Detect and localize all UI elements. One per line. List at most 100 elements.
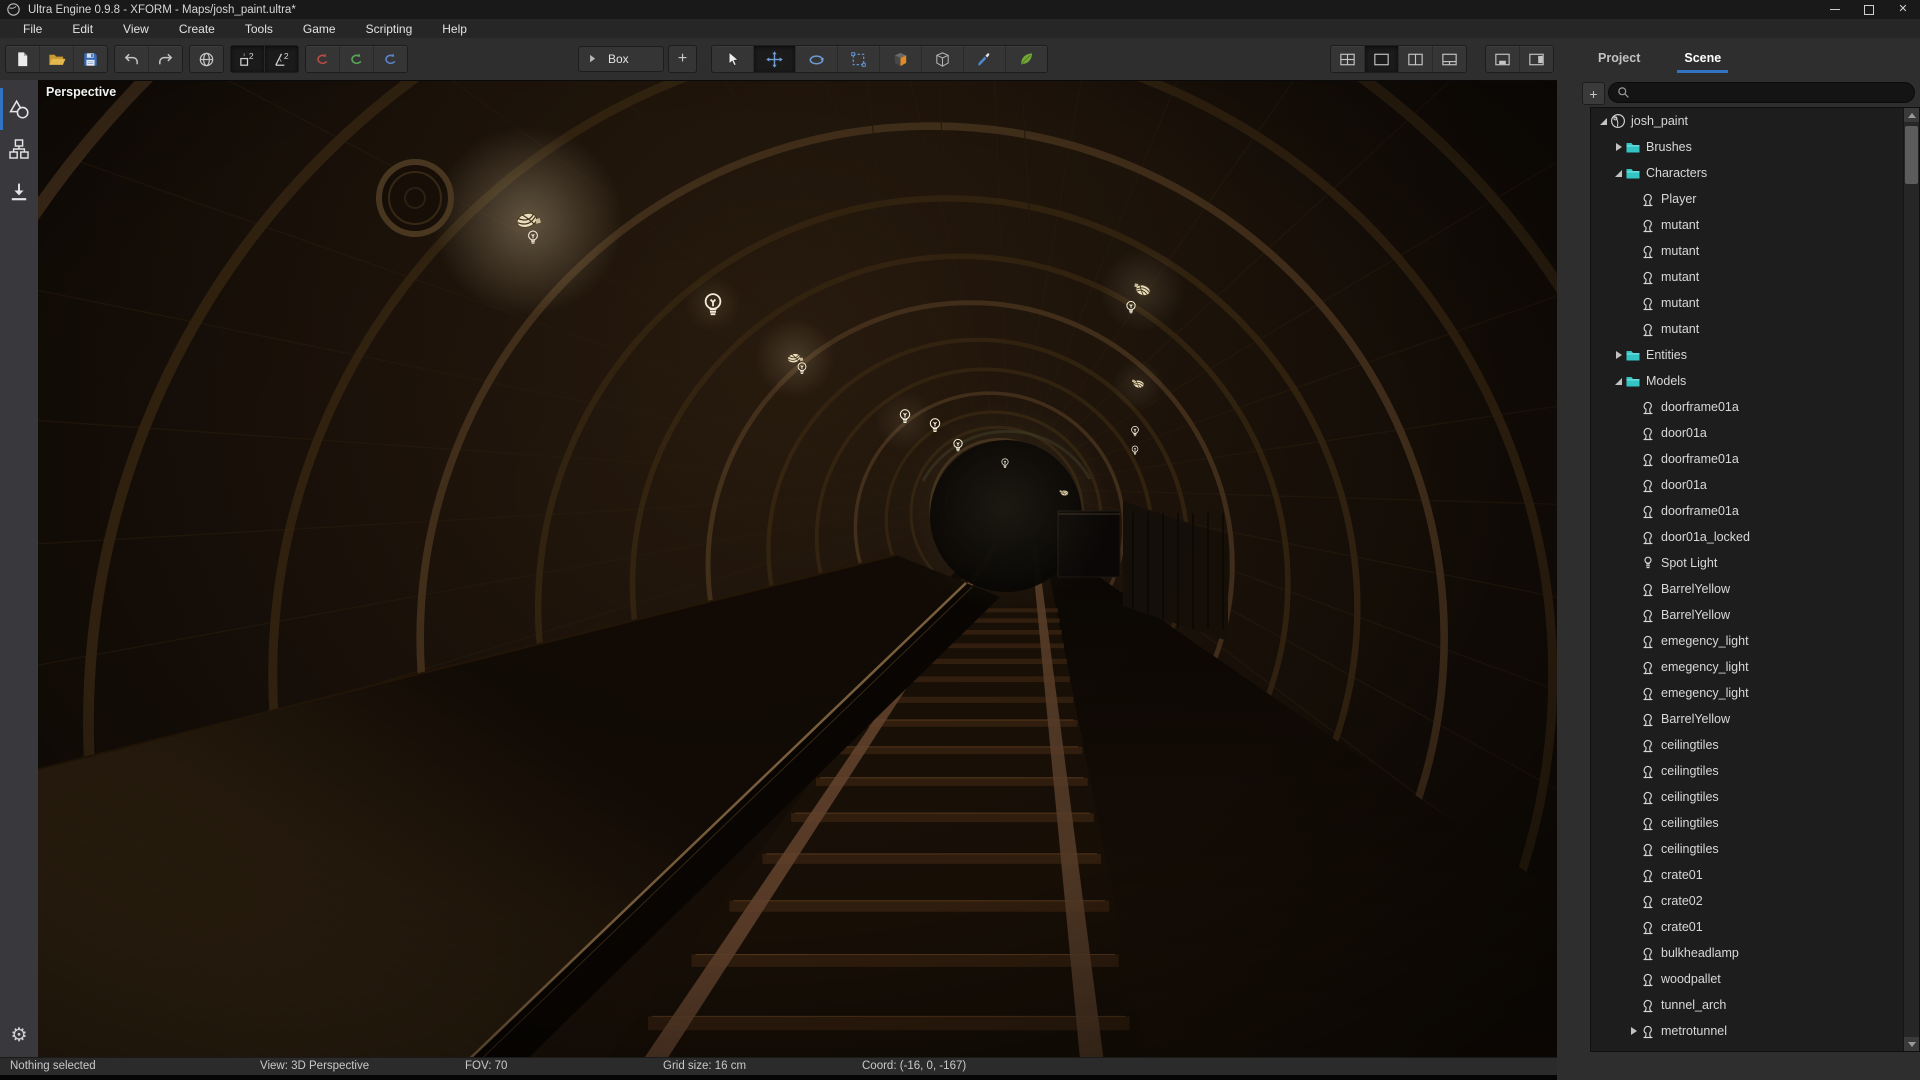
tree-item[interactable]: doorframe01a bbox=[1591, 394, 1919, 420]
tree-item[interactable]: ceilingtiles bbox=[1591, 732, 1919, 758]
expand-arrow[interactable] bbox=[1597, 115, 1610, 128]
add-primitive-button[interactable]: + bbox=[668, 45, 697, 73]
tab-project[interactable]: Project bbox=[1598, 51, 1640, 65]
toolbar-open-folder-button[interactable] bbox=[39, 46, 73, 72]
toolbar-undo-button[interactable] bbox=[115, 46, 148, 72]
scrollbar-thumb[interactable] bbox=[1905, 126, 1918, 184]
tree-item[interactable]: crate02 bbox=[1591, 888, 1919, 914]
toolbar-world-button[interactable] bbox=[190, 46, 223, 72]
toolbar-scale-button[interactable] bbox=[837, 46, 879, 72]
sidebar-import-button[interactable] bbox=[0, 175, 38, 209]
toolbar-rotate-button[interactable] bbox=[795, 46, 837, 72]
menu-game[interactable]: Game bbox=[288, 19, 351, 38]
tree-item[interactable]: mutant bbox=[1591, 316, 1919, 342]
toolbar-snap-angle-button[interactable] bbox=[264, 46, 298, 72]
tree-item[interactable]: emegency_light bbox=[1591, 654, 1919, 680]
primitive-dropdown[interactable]: Box bbox=[578, 46, 664, 72]
expand-arrow[interactable] bbox=[1612, 349, 1625, 362]
tree-item[interactable]: josh_paint bbox=[1591, 108, 1919, 134]
tree-item[interactable]: metrotunnel bbox=[1591, 1044, 1919, 1052]
folder-icon bbox=[1626, 351, 1640, 361]
tree-item[interactable]: ceilingtiles bbox=[1591, 836, 1919, 862]
toolbar-snap-object-button[interactable] bbox=[231, 46, 264, 72]
viewport-3d[interactable]: Perspective bbox=[38, 80, 1557, 1058]
expand-arrow[interactable] bbox=[1612, 141, 1625, 154]
tree-item[interactable]: Characters bbox=[1591, 160, 1919, 186]
menu-scripting[interactable]: Scripting bbox=[351, 19, 428, 38]
tree-item[interactable]: bulkheadlamp bbox=[1591, 940, 1919, 966]
maximize-button[interactable] bbox=[1852, 0, 1886, 19]
tree-item[interactable]: mutant bbox=[1591, 264, 1919, 290]
toolbar-save-button[interactable] bbox=[73, 46, 107, 72]
toolbar-new-file-button[interactable] bbox=[6, 46, 39, 72]
tree-item[interactable]: tunnel_arch bbox=[1591, 992, 1919, 1018]
tree-item[interactable]: ceilingtiles bbox=[1591, 758, 1919, 784]
tree-item[interactable]: ceilingtiles bbox=[1591, 810, 1919, 836]
tree-item[interactable]: mutant bbox=[1591, 238, 1919, 264]
minimize-button[interactable] bbox=[1818, 0, 1852, 19]
tree-item[interactable]: crate01 bbox=[1591, 862, 1919, 888]
toolbar-face-cube-button[interactable] bbox=[879, 46, 921, 72]
tree-item[interactable]: doorframe01a bbox=[1591, 498, 1919, 524]
tree-item[interactable]: Brushes bbox=[1591, 134, 1919, 160]
tree-item[interactable]: mutant bbox=[1591, 212, 1919, 238]
toolbar-rot-blue-button[interactable] bbox=[373, 46, 407, 72]
menu-create[interactable]: Create bbox=[164, 19, 230, 38]
search-input[interactable] bbox=[1636, 84, 1906, 101]
menu-view[interactable]: View bbox=[108, 19, 164, 38]
search-box[interactable] bbox=[1608, 82, 1915, 103]
tree-item[interactable]: door01a_locked bbox=[1591, 524, 1919, 550]
tree-item[interactable]: woodpallet bbox=[1591, 966, 1919, 992]
toolbar-layout-single-button[interactable] bbox=[1364, 46, 1398, 72]
tree-item[interactable]: metrotunnel bbox=[1591, 1018, 1919, 1044]
tree-item[interactable]: Spot Light bbox=[1591, 550, 1919, 576]
tree-item[interactable]: door01a bbox=[1591, 420, 1919, 446]
tree-scrollbar[interactable] bbox=[1903, 108, 1919, 1051]
tree-item[interactable]: emegency_light bbox=[1591, 680, 1919, 706]
tree-item[interactable]: crate01 bbox=[1591, 914, 1919, 940]
expand-arrow[interactable] bbox=[1627, 1051, 1640, 1052]
tree-item[interactable]: emegency_light bbox=[1591, 628, 1919, 654]
toolbar-select-button[interactable] bbox=[712, 46, 753, 72]
toolbar-move-button[interactable] bbox=[753, 46, 795, 72]
tree-item[interactable]: BarrelYellow bbox=[1591, 576, 1919, 602]
sidebar-shapes-button[interactable] bbox=[0, 88, 38, 130]
sidebar-hierarchy-button[interactable] bbox=[0, 132, 38, 166]
toolbar-layout-hsplit-button[interactable] bbox=[1432, 46, 1466, 72]
toolbar-panel-bottom-button[interactable] bbox=[1486, 46, 1519, 72]
scrollbar-up-button[interactable] bbox=[1904, 108, 1919, 122]
toolbar-rot-green-button[interactable] bbox=[339, 46, 373, 72]
menu-help[interactable]: Help bbox=[427, 19, 482, 38]
viewport-3d-scene[interactable] bbox=[38, 81, 1557, 1058]
add-item-button[interactable]: + bbox=[1582, 82, 1605, 105]
expand-arrow[interactable] bbox=[1627, 1025, 1640, 1038]
tree-item[interactable]: Entities bbox=[1591, 342, 1919, 368]
tree-item[interactable]: door01a bbox=[1591, 472, 1919, 498]
toolbar-leaf-button[interactable] bbox=[1005, 46, 1047, 72]
tree-item[interactable]: ceilingtiles bbox=[1591, 784, 1919, 810]
tree-item[interactable]: doorframe01a bbox=[1591, 446, 1919, 472]
tree-item[interactable]: BarrelYellow bbox=[1591, 602, 1919, 628]
menu-tools[interactable]: Tools bbox=[230, 19, 288, 38]
menu-edit[interactable]: Edit bbox=[57, 19, 108, 38]
tree-item[interactable]: Player bbox=[1591, 186, 1919, 212]
expand-arrow[interactable] bbox=[1612, 167, 1625, 180]
toolbar-panel-right-button[interactable] bbox=[1519, 46, 1553, 72]
toolbar-layout-2v-button[interactable] bbox=[1398, 46, 1432, 72]
expand-arrow[interactable] bbox=[1612, 375, 1625, 388]
sidebar-settings-button[interactable]: ⚙ bbox=[0, 1018, 38, 1052]
toolbar-wire-cube-button[interactable] bbox=[921, 46, 963, 72]
close-button[interactable]: ✕ bbox=[1886, 0, 1920, 19]
toolbar-redo-button[interactable] bbox=[148, 46, 182, 72]
menu-file[interactable]: File bbox=[8, 19, 57, 38]
toolbar-layout-quad-button[interactable] bbox=[1331, 46, 1364, 72]
tree-item[interactable]: BarrelYellow bbox=[1591, 706, 1919, 732]
snap-angle-icon bbox=[275, 49, 290, 66]
toolbar-rot-red-button[interactable] bbox=[306, 46, 339, 72]
tree-item[interactable]: mutant bbox=[1591, 290, 1919, 316]
tree-item[interactable]: Models bbox=[1591, 368, 1919, 394]
toolbar-brush-button[interactable] bbox=[963, 46, 1005, 72]
tab-scene[interactable]: Scene bbox=[1677, 51, 1729, 73]
scrollbar-down-button[interactable] bbox=[1904, 1037, 1919, 1051]
entity-icon bbox=[1643, 739, 1653, 753]
